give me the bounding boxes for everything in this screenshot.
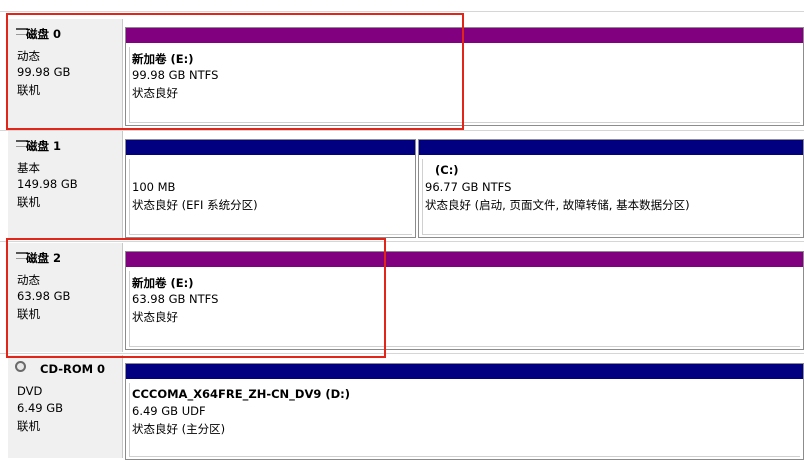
partition-size: 6.49 GB UDF (132, 404, 206, 418)
partition-name: 新加卷 (E:) (132, 276, 194, 290)
disk-size: 149.98 GB (17, 177, 78, 191)
disk-title: 磁盘 1 (26, 139, 62, 153)
partition-volume-e[interactable]: 新加卷 (E:) 63.98 GB NTFS 状态良好 (125, 251, 804, 350)
partition-health: 状态良好 (启动, 页面文件, 故障转储, 基本数据分区) (425, 198, 690, 212)
disk-row-0: 磁盘 0 动态 99.98 GB 联机 新加卷 (E:) 99.98 GB NT… (0, 19, 804, 128)
divider (0, 353, 804, 354)
basic-volume-bar (126, 364, 803, 379)
disk-title: CD-ROM 0 (40, 362, 106, 376)
disk-info-1[interactable]: 磁盘 1 基本 149.98 GB 联机 (8, 131, 123, 240)
divider (0, 241, 804, 242)
disk-info-2[interactable]: 磁盘 2 动态 63.98 GB 联机 (8, 243, 123, 352)
partition-size: 63.98 GB NTFS (132, 292, 219, 306)
partition-size: 99.98 GB NTFS (132, 68, 219, 82)
partition-volume-e[interactable]: 新加卷 (E:) 99.98 GB NTFS 状态良好 (125, 27, 804, 126)
partition-body (129, 271, 800, 347)
disk-info-0[interactable]: 磁盘 0 动态 99.98 GB 联机 (8, 19, 123, 128)
basic-volume-bar (126, 140, 415, 155)
disk-size: 6.49 GB (17, 401, 64, 415)
disk-size: 99.98 GB (17, 65, 71, 79)
partition-health: 状态良好 (132, 86, 178, 100)
disk-row-1: 磁盘 1 基本 149.98 GB 联机 100 MB 状态良好 (EFI 系统… (0, 131, 804, 240)
partition-size: 96.77 GB NTFS (425, 180, 512, 194)
partition-efi[interactable]: 100 MB 状态良好 (EFI 系统分区) (125, 139, 416, 238)
cd-drive-icon (15, 361, 26, 372)
partition-name: (C:) (435, 163, 459, 177)
disk-title: 磁盘 2 (26, 251, 62, 265)
partition-body (129, 47, 800, 123)
disk-status: 联机 (17, 419, 40, 433)
disk-type: 动态 (17, 273, 40, 287)
disk-row-2: 磁盘 2 动态 63.98 GB 联机 新加卷 (E:) 63.98 GB NT… (0, 243, 804, 352)
disk-info-cdrom[interactable]: CD-ROM 0 DVD 6.49 GB 联机 (8, 355, 123, 458)
partition-size: 100 MB (132, 180, 176, 194)
disk-status: 联机 (17, 195, 40, 209)
partition-health: 状态良好 (主分区) (132, 422, 226, 436)
partition-health: 状态良好 (132, 310, 178, 324)
dynamic-volume-bar (126, 28, 803, 43)
disk-status: 联机 (17, 307, 40, 321)
partition-name: CCCOMA_X64FRE_ZH-CN_DV9 (D:) (132, 387, 351, 401)
disk-type: 基本 (17, 161, 40, 175)
partition-volume-c[interactable]: (C:) 96.77 GB NTFS 状态良好 (启动, 页面文件, 故障转储,… (418, 139, 804, 238)
disk-type: 动态 (17, 49, 40, 63)
dynamic-volume-bar (126, 252, 803, 267)
divider (0, 11, 804, 12)
partition-volume-d[interactable]: CCCOMA_X64FRE_ZH-CN_DV9 (D:) 6.49 GB UDF… (125, 363, 804, 460)
disk-size: 63.98 GB (17, 289, 71, 303)
basic-volume-bar (419, 140, 803, 155)
disk-status: 联机 (17, 83, 40, 97)
disk-type: DVD (17, 384, 43, 398)
disk-title: 磁盘 0 (26, 27, 62, 41)
partition-name: 新加卷 (E:) (132, 52, 194, 66)
disk-row-cdrom: CD-ROM 0 DVD 6.49 GB 联机 CCCOMA_X64FRE_ZH… (0, 355, 804, 460)
partition-health: 状态良好 (EFI 系统分区) (132, 198, 258, 212)
